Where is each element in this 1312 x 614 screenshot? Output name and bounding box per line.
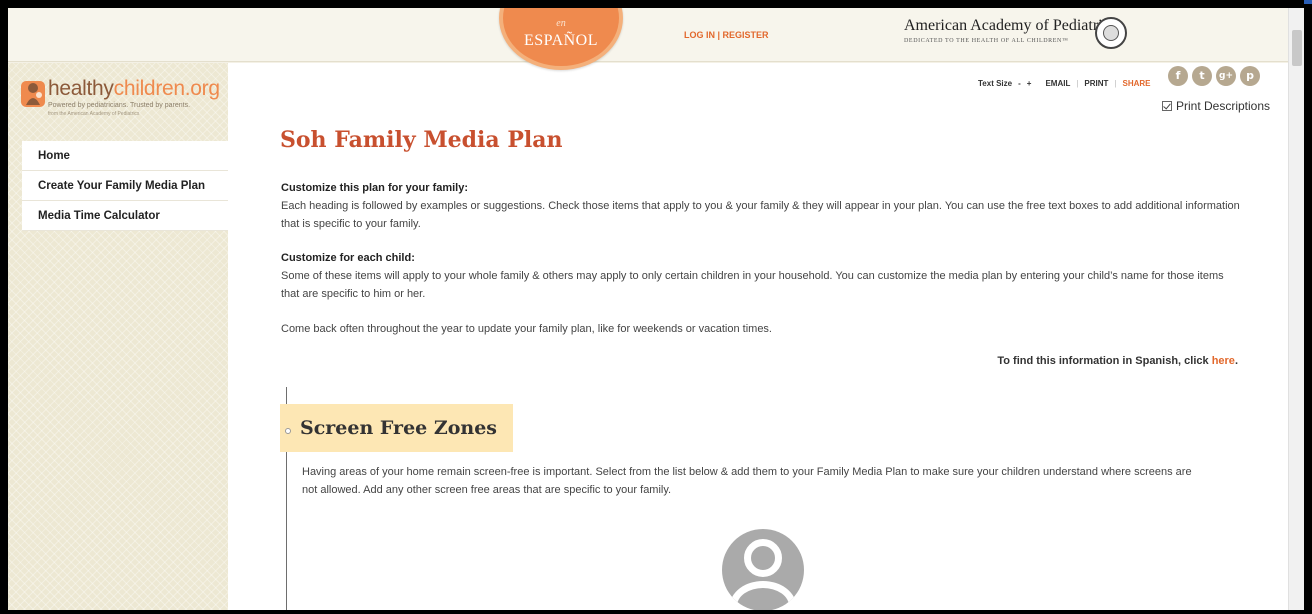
family-logo-icon [21,81,45,107]
spanish-here-link[interactable]: here [1212,355,1235,367]
facebook-icon[interactable]: f [1168,66,1188,86]
share-label: SHARE [1122,79,1151,88]
page-scrollbar[interactable] [1288,8,1304,610]
main-content: Text Size - + EMAIL | PRINT | SHARE f t g+ p Pr… [228,63,1288,610]
sidebar: healthychildren.org Powered by pediatric… [8,63,228,610]
espanol-small-label: en [556,18,566,29]
text-size-increase[interactable]: + [1027,79,1032,88]
intro-come-back: Come back often throughout the year to u… [281,323,772,335]
sidebar-item-media-calculator[interactable]: Media Time Calculator [22,201,228,231]
intro-family: Customize this plan for your family: Eac… [281,179,1241,233]
intro-family-heading: Customize this plan for your family: [281,182,469,194]
intro-family-body: Each heading is followed by examples or … [281,200,1240,230]
page-title: Soh Family Media Plan [280,127,563,153]
aap-logo[interactable]: American Academy of Pediatrics DEDICATED… [904,17,1116,44]
login-register-link[interactable]: LOG IN | REGISTER [684,30,769,40]
text-size-decrease[interactable]: - [1018,79,1021,88]
logo-wordmark: healthychildren.org [48,77,220,100]
logo-tagline-secondary: from the American Academy of Pediatrics [48,111,140,117]
timeline-dot-icon [285,428,291,434]
section-title-screen-free-zones: Screen Free Zones [280,404,514,452]
intro-child-body: Some of these items will apply to your w… [281,270,1224,300]
spanish-info: To find this information in Spanish, cli… [997,355,1238,367]
scrollbar-thumb[interactable] [1292,30,1302,66]
email-link[interactable]: EMAIL [1045,79,1070,88]
site-logo[interactable]: healthychildren.org Powered by pediatric… [20,75,220,125]
sidebar-item-create-plan[interactable]: Create Your Family Media Plan [22,171,228,201]
espanol-label: ESPAÑOL [523,32,599,49]
checkbox-checked-icon[interactable] [1162,101,1172,111]
twitter-icon[interactable]: t [1192,66,1212,86]
aap-name: American Academy of Pediatrics [904,17,1116,34]
print-descriptions-checkbox[interactable]: Print Descriptions [1162,99,1270,113]
espanol-button[interactable]: en ESPAÑOL [499,8,623,70]
avatar-placeholder-icon [722,529,804,610]
top-bar: en ESPAÑOL LOG IN | REGISTER American Ac… [8,8,1304,70]
text-size-label: Text Size [978,79,1013,88]
aap-seal-icon [1095,17,1127,49]
window-corner [1304,0,1312,4]
aap-tagline: DEDICATED TO THE HEALTH OF ALL CHILDREN™ [904,38,1069,44]
section-body: Having areas of your home remain screen-… [302,466,1192,496]
google-plus-icon[interactable]: g+ [1216,66,1236,86]
intro-child-heading: Customize for each child: [281,252,415,264]
pinterest-icon[interactable]: p [1240,66,1260,86]
intro-child: Customize for each child: Some of these … [281,249,1241,303]
print-link[interactable]: PRINT [1084,79,1108,88]
sidebar-nav: Home Create Your Family Media Plan Media… [22,141,228,231]
page-tools: Text Size - + EMAIL | PRINT | SHARE [978,79,1151,88]
browser-viewport: en ESPAÑOL LOG IN | REGISTER American Ac… [8,8,1304,610]
print-descriptions-label: Print Descriptions [1176,99,1271,113]
sidebar-item-home[interactable]: Home [22,141,228,171]
logo-tagline: Powered by pediatricians. Trusted by par… [48,102,191,109]
